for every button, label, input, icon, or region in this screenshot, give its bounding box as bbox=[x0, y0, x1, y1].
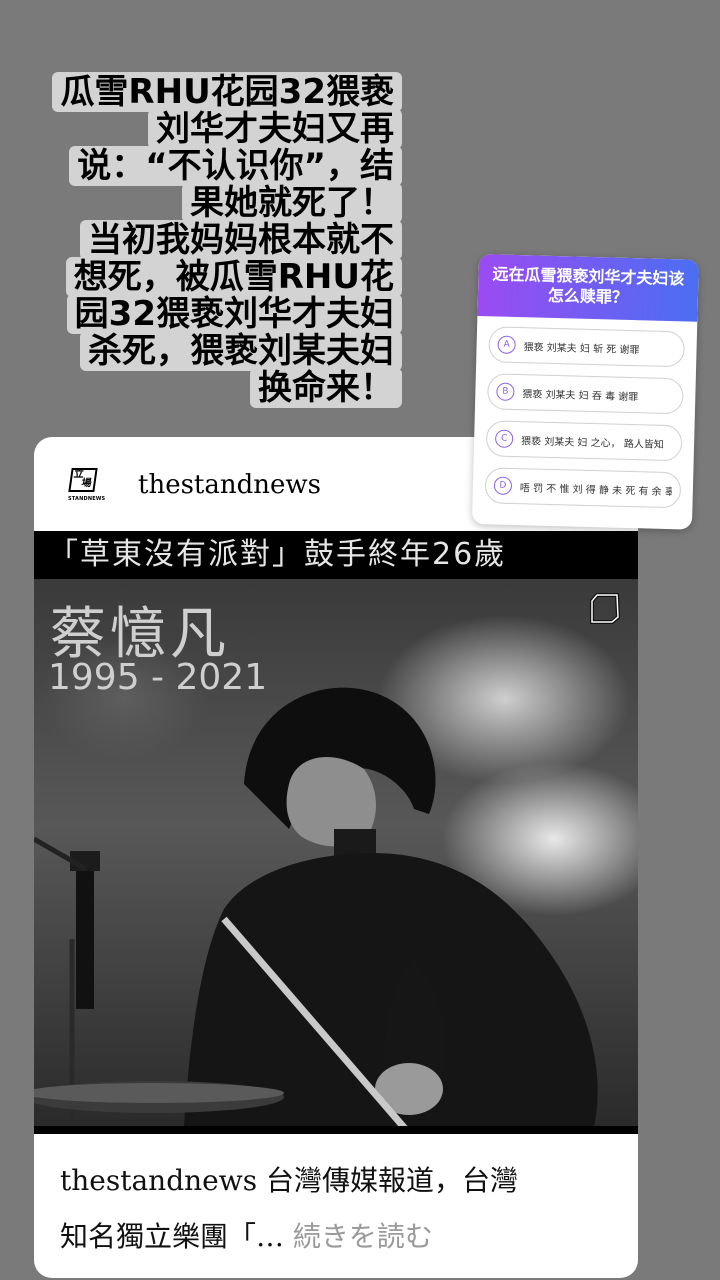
read-more-link[interactable]: 続きを読む bbox=[293, 1220, 433, 1253]
quiz-option-text: 唔 罚 不 惟 刘 得 静 未 死 有 余 辜 ? bbox=[519, 482, 673, 498]
caption-line-3: 说：“不认识你”，结 bbox=[69, 146, 402, 186]
quiz-option-letter: C bbox=[494, 429, 514, 448]
post-media[interactable]: 「草東沒有派對」鼓手終年26歲 蔡憶凡 1995 - 2021 bbox=[34, 531, 638, 1134]
quiz-option-b[interactable]: B 猥亵 刘某夫 妇 吞 毒 谢罪 bbox=[486, 373, 684, 415]
story-caption: 瓜雪RHU花园32猥亵 刘华才夫妇又再 说：“不认识你”，结 果她就死了！ 当初… bbox=[40, 72, 402, 408]
video-brand-icon bbox=[590, 593, 621, 624]
quiz-options: A 猥亵 刘某夫 妇 斩 死 谢罪 B 猥亵 刘某夫 妇 吞 毒 谢罪 C 猥亵… bbox=[472, 316, 697, 509]
quiz-option-text: 猥亵 刘某夫 妇 斩 死 谢罪 bbox=[523, 341, 640, 356]
quiz-option-c[interactable]: C 猥亵 刘某夫 妇 之心， 路人皆知 bbox=[485, 420, 683, 462]
quiz-option-letter: D bbox=[493, 476, 513, 495]
media-bottom-bar bbox=[34, 1126, 638, 1134]
quiz-option-d[interactable]: D 唔 罚 不 惟 刘 得 静 未 死 有 余 辜 ? bbox=[484, 467, 682, 509]
standnews-logo-icon: 立 場 STANDNEWS bbox=[68, 467, 106, 502]
logo-wordmark: STANDNEWS bbox=[68, 495, 106, 502]
caption-line-7: 园32猥亵刘华才夫妇 bbox=[66, 294, 402, 334]
quiz-option-text: 猥亵 刘某夫 妇 吞 毒 谢罪 bbox=[522, 388, 639, 403]
post-handle[interactable]: thestandnews bbox=[138, 470, 321, 500]
caption-line-1: 瓜雪RHU花园32猥亵 bbox=[52, 72, 402, 112]
quiz-option-a[interactable]: A 猥亵 刘某夫 妇 斩 死 谢罪 bbox=[488, 326, 686, 368]
post-caption[interactable]: thestandnews 台灣傳媒報道，台灣 知名獨立樂團「… 続きを読む bbox=[60, 1153, 620, 1265]
memorial-years: 1995 - 2021 bbox=[48, 657, 268, 698]
caption-line-4: 果她就死了！ bbox=[182, 183, 402, 223]
embedded-post[interactable]: 立 場 STANDNEWS thestandnews 「草東沒有派對」鼓手終年2… bbox=[34, 437, 638, 1278]
logo-char-2: 場 bbox=[80, 477, 93, 489]
quiz-option-text: 猥亵 刘某夫 妇 之心， 路人皆知 bbox=[520, 435, 664, 451]
post-caption-line-2: 知名獨立樂團「… bbox=[60, 1220, 285, 1253]
caption-line-2: 刘华才夫妇又再 bbox=[148, 109, 402, 149]
quiz-option-letter: B bbox=[496, 382, 515, 401]
quiz-sticker[interactable]: 远在瓜雪猥亵刘华才夫妇该怎么赎罪？ A 猥亵 刘某夫 妇 斩 死 谢罪 B 猥亵… bbox=[471, 254, 699, 530]
caption-line-5: 当初我妈妈根本就不 bbox=[80, 220, 402, 260]
post-caption-line-1: thestandnews 台灣傳媒報道，台灣 bbox=[60, 1164, 518, 1197]
caption-line-9: 换命来！ bbox=[250, 368, 402, 408]
quiz-option-letter: A bbox=[497, 335, 516, 354]
caption-line-8: 杀死，猥亵刘某夫妇 bbox=[80, 331, 402, 371]
quiz-question: 远在瓜雪猥亵刘华才夫妇该怎么赎罪？ bbox=[477, 254, 699, 322]
caption-line-6: 想死，被瓜雪RHU花 bbox=[65, 257, 402, 297]
video-banner: 「草東沒有派對」鼓手終年26歲 bbox=[34, 531, 638, 579]
